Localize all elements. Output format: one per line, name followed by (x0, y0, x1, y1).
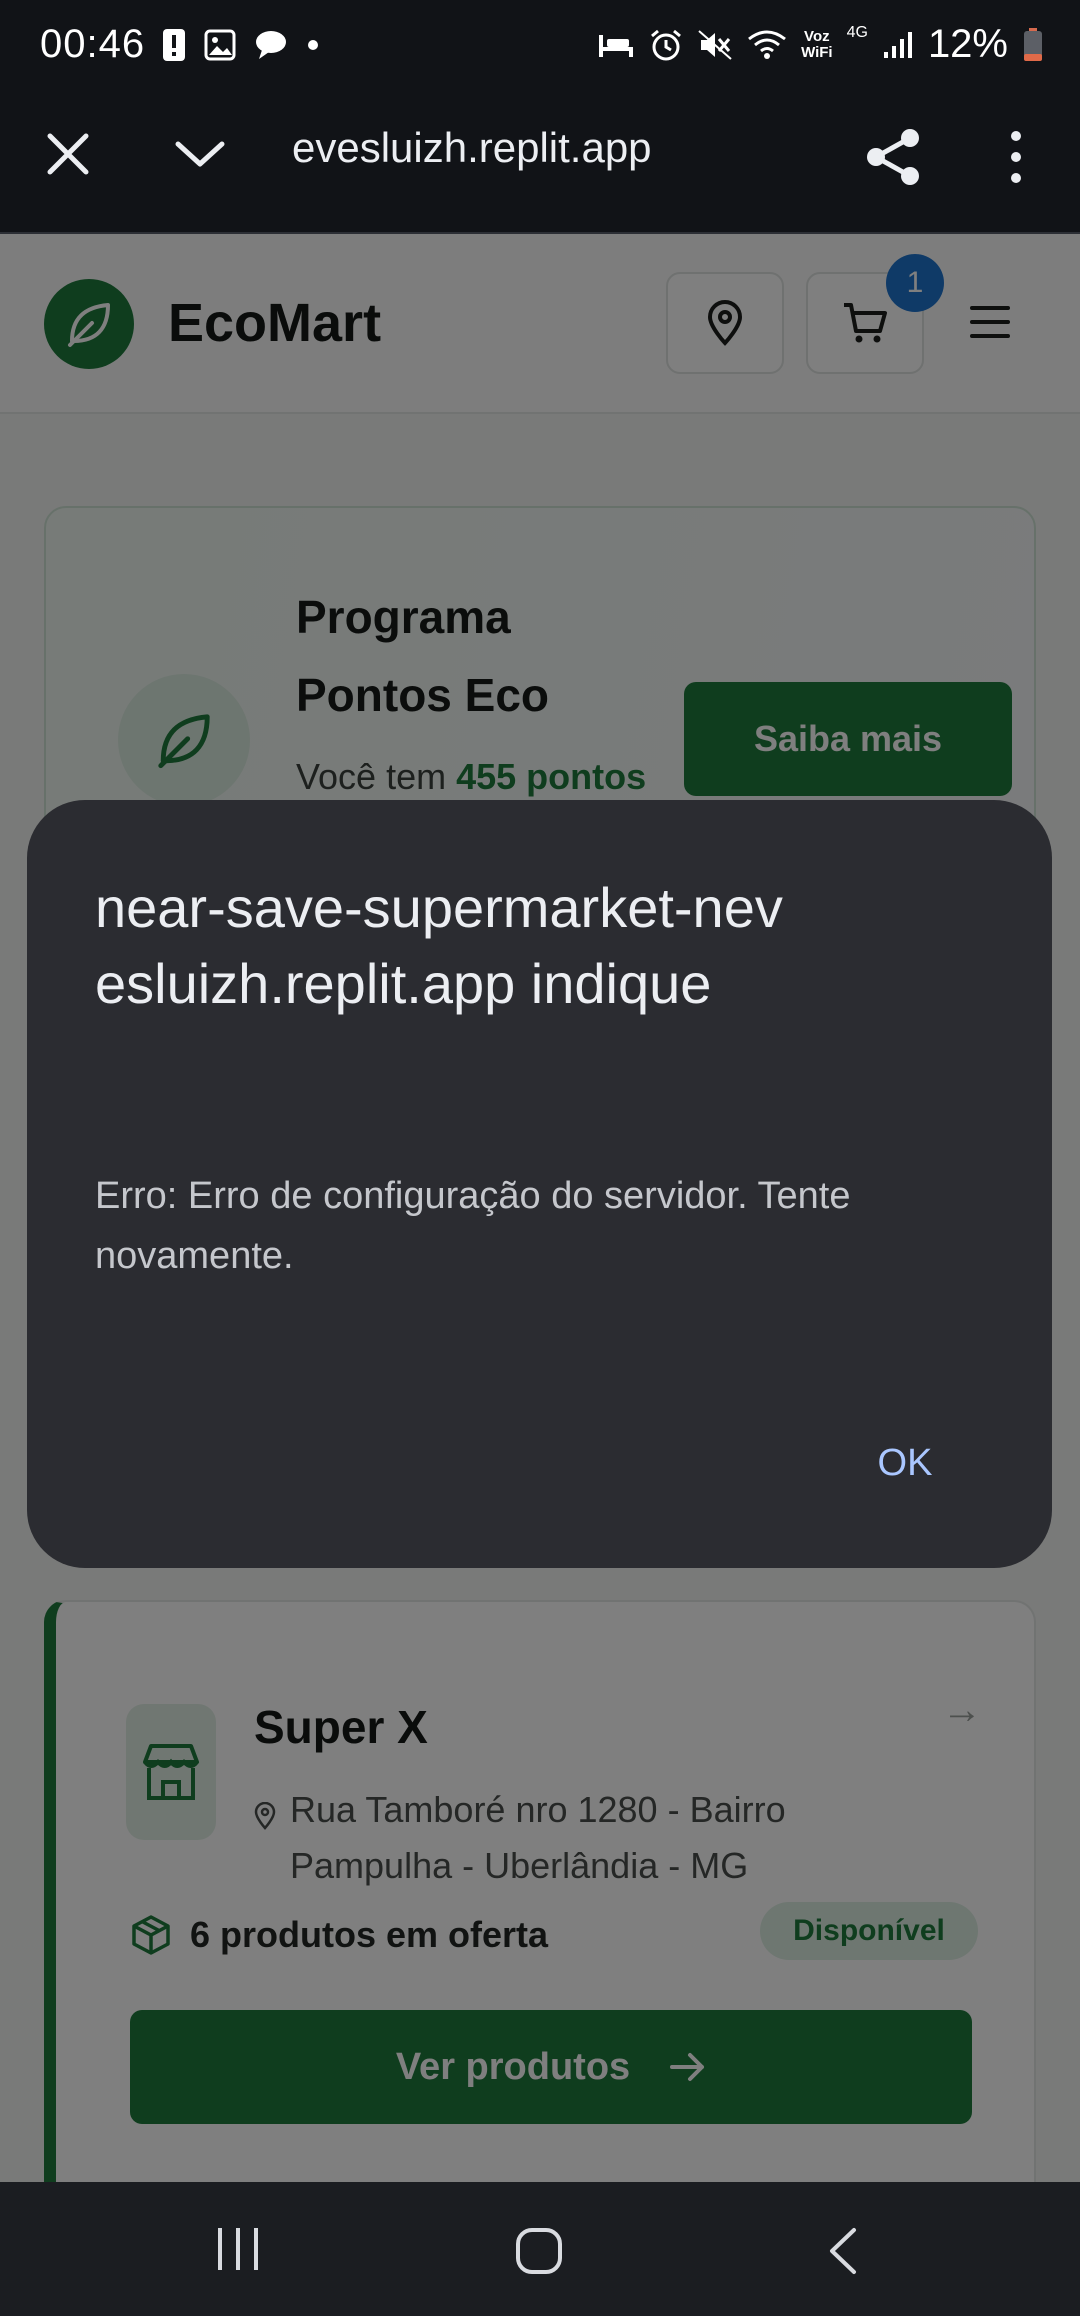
notification-icons (162, 28, 320, 62)
recent-apps-icon[interactable] (214, 2226, 262, 2272)
ok-button[interactable]: OK (845, 1428, 965, 1498)
status-bar: 00:46 Voz WiFi 4G 12% (0, 0, 1080, 96)
alert-icon (163, 29, 185, 61)
dot-icon (308, 40, 318, 50)
network-type: 4G (846, 23, 868, 41)
dialog-title: near-save-supermarket-nevesluizh.replit.… (95, 876, 783, 1015)
bed-icon (599, 34, 634, 57)
alarm-icon (651, 29, 682, 60)
battery-percent: 12% (927, 22, 1008, 66)
chevron-down-icon[interactable] (172, 136, 228, 172)
status-time: 00:46 (40, 22, 146, 66)
back-icon[interactable] (826, 2226, 860, 2276)
volte-label: Voz WiFi (801, 27, 833, 61)
more-icon[interactable] (1000, 126, 1032, 188)
battery-icon (1024, 27, 1042, 61)
browser-toolbar: evesluizh.replit.app (0, 96, 1080, 234)
image-icon (204, 29, 236, 61)
dialog-message: Erro: Erro de configuração do servidor. … (95, 1175, 851, 1277)
system-icons: Voz WiFi 4G 12% (597, 22, 1044, 67)
wifi-icon (748, 30, 786, 59)
alert-dialog: near-save-supermarket-nevesluizh.replit.… (27, 800, 1052, 1568)
url-bar[interactable]: evesluizh.replit.app (292, 124, 712, 184)
share-icon[interactable] (862, 126, 924, 188)
mute-icon (698, 29, 732, 60)
system-nav-bar (0, 2182, 1080, 2316)
home-icon[interactable] (514, 2226, 564, 2276)
close-icon[interactable] (44, 130, 92, 178)
chat-icon (256, 31, 286, 59)
signal-icon (883, 31, 912, 58)
